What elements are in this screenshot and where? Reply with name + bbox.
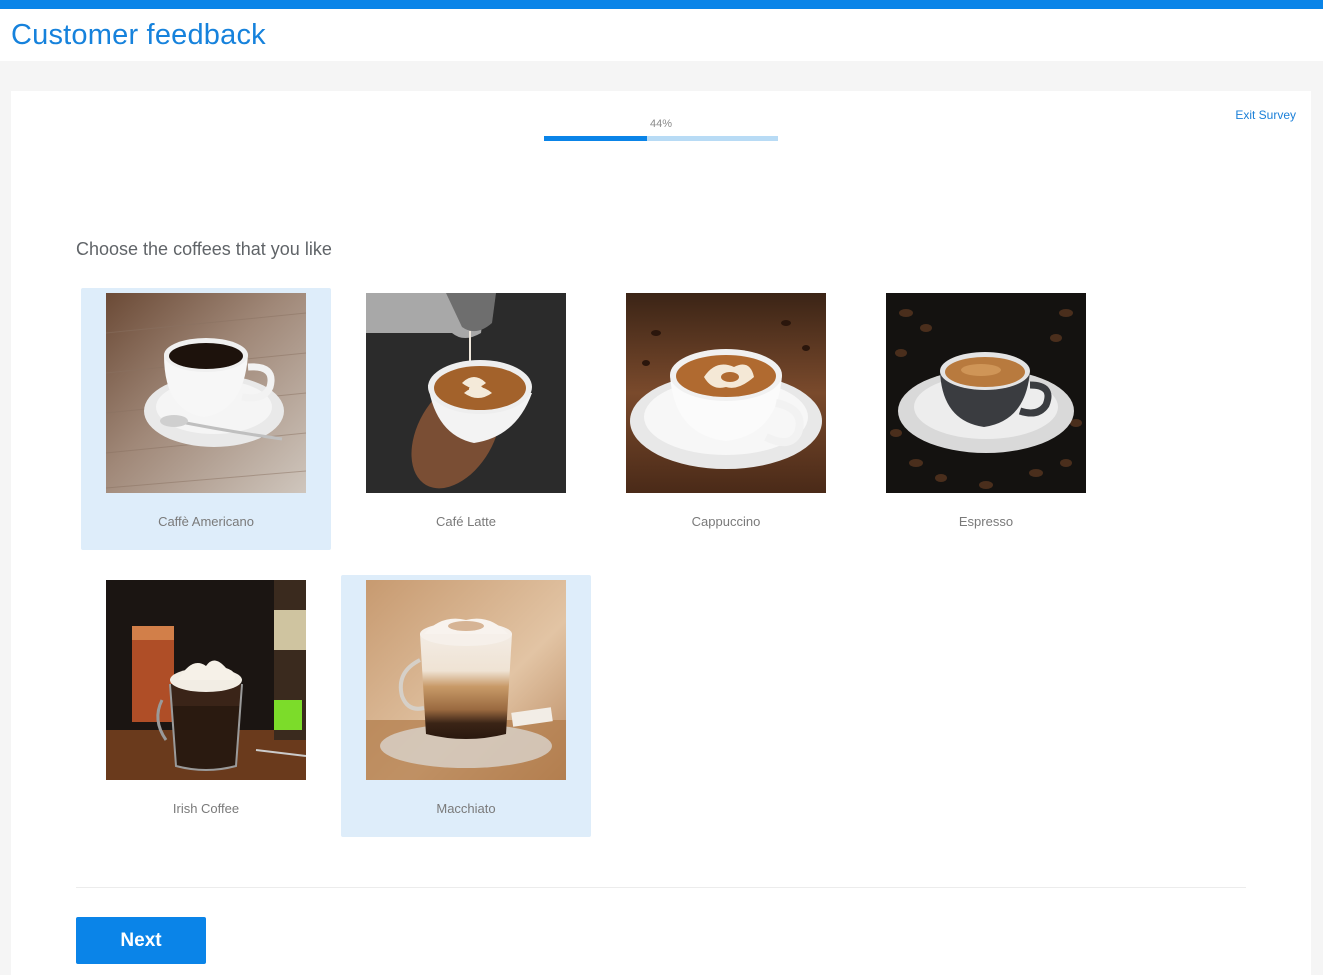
choice-label: Espresso — [958, 514, 1014, 529]
latte-photo — [366, 293, 566, 493]
exit-survey-link[interactable]: Exit Survey — [1235, 108, 1296, 122]
page-title: Customer feedback — [11, 19, 266, 51]
header: Customer feedback — [0, 9, 1323, 61]
choice-cappuccino[interactable]: Cappuccino — [601, 288, 851, 550]
choice-label: Cappuccino — [691, 514, 761, 529]
choice-label: Macchiato — [436, 801, 496, 816]
survey-card: Exit Survey 44% Choose the coffees that … — [11, 91, 1311, 975]
progress-percent: 44% — [649, 118, 673, 130]
macchiato-photo — [366, 580, 566, 780]
choice-espresso[interactable]: Espresso — [861, 288, 1111, 550]
choice-label: Caffè Americano — [158, 514, 254, 529]
progress-bar-fill — [544, 136, 647, 141]
divider — [76, 887, 1246, 888]
choice-label: Café Latte — [436, 514, 496, 529]
question-text: Choose the coffees that you like — [76, 239, 332, 259]
irish-coffee-photo — [106, 580, 306, 780]
choice-caffe-americano[interactable]: Caffè Americano — [81, 288, 331, 550]
next-button[interactable]: Next — [76, 917, 206, 964]
choice-irish-coffee[interactable]: Irish Coffee — [81, 575, 331, 837]
progress-bar — [544, 136, 778, 141]
choice-cafe-latte[interactable]: Café Latte — [341, 288, 591, 550]
americano-photo — [106, 293, 306, 493]
choice-label: Irish Coffee — [172, 801, 240, 816]
top-accent-bar — [0, 0, 1323, 9]
espresso-photo — [886, 293, 1086, 493]
choice-macchiato[interactable]: Macchiato — [341, 575, 591, 837]
cappuccino-photo — [626, 293, 826, 493]
